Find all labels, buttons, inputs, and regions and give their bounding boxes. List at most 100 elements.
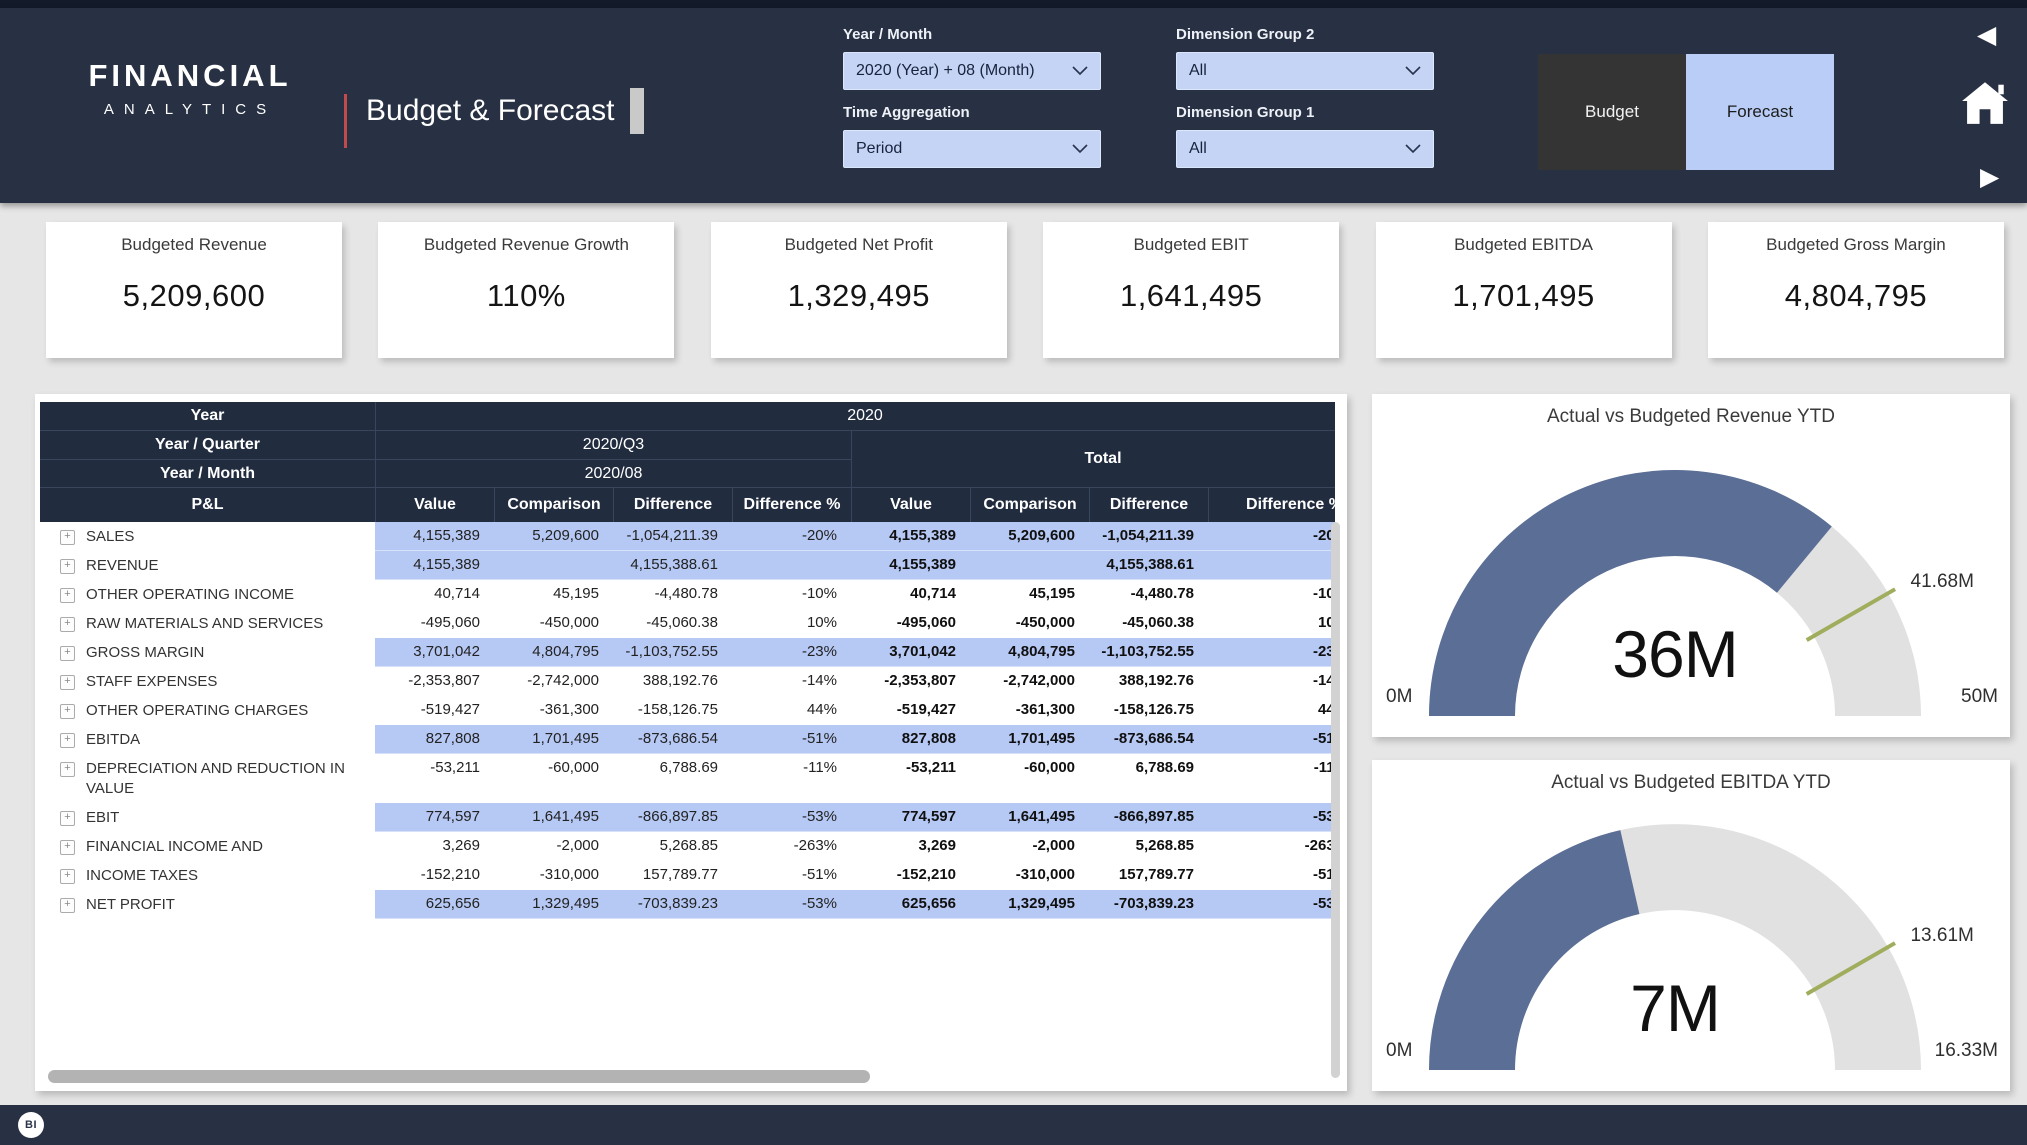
gauge-card-revenue-ytd: Actual vs Budgeted Revenue YTD 36M 0M 50… xyxy=(1372,394,2010,737)
table-cell: -53,211 xyxy=(430,759,480,776)
table-cell: -4,480.78 xyxy=(1130,585,1194,602)
table-cell: -11% xyxy=(803,759,837,776)
table-cell: 4,155,388.61 xyxy=(1089,551,1208,580)
table-cell: -60,000 xyxy=(548,759,599,776)
filter-label: Time Aggregation xyxy=(843,104,970,121)
row-label-cell: + EBIT xyxy=(40,803,375,832)
table-cell: -11% xyxy=(1313,759,1335,776)
header-month-label: Year / Month xyxy=(159,465,256,482)
dropdown-value: All xyxy=(1189,140,1207,157)
expand-icon[interactable]: + xyxy=(60,588,75,603)
text-cursor-block xyxy=(630,88,644,134)
kpi-card-budgeted-ebit: Budgeted EBIT 1,641,495 xyxy=(1043,222,1340,358)
col-header-difference: Difference xyxy=(613,488,732,522)
table-cell xyxy=(1208,551,1335,580)
expand-icon[interactable]: + xyxy=(60,530,75,545)
gauge-max-label: 16.33M xyxy=(1934,1040,1998,1061)
table-cell: 3,269 xyxy=(442,837,480,854)
kpi-row: Budgeted Revenue 5,209,600 Budgeted Reve… xyxy=(46,222,2004,358)
table-cell: -10% xyxy=(1312,585,1335,602)
table-cell: -2,353,807 xyxy=(884,672,956,689)
title-divider xyxy=(344,94,347,148)
header-total-label: Total xyxy=(851,430,1335,487)
col-header-total-value: Value xyxy=(851,488,970,522)
table-cell: 3,701,042 xyxy=(851,638,970,667)
table-cell: -20% xyxy=(732,522,851,551)
horizontal-scrollbar[interactable] xyxy=(48,1070,870,1083)
table-cell: -45,060.38 xyxy=(646,614,718,631)
expand-icon[interactable]: + xyxy=(60,733,75,748)
row-label-cell: + FINANCIAL INCOME AND xyxy=(40,832,375,861)
table-cell: 4,155,389 xyxy=(375,551,494,580)
table-cell: -53% xyxy=(1208,890,1335,919)
expand-icon[interactable]: + xyxy=(60,617,75,632)
chevron-down-icon xyxy=(1405,144,1421,154)
expand-icon[interactable]: + xyxy=(60,646,75,661)
expand-icon[interactable]: + xyxy=(60,840,75,855)
col-header-value: Value xyxy=(375,488,494,522)
budget-forecast-toggle: Budget Forecast xyxy=(1538,54,1834,170)
gauge-min-label: 0M xyxy=(1386,686,1413,707)
page-title: Budget & Forecast xyxy=(366,94,615,127)
expand-icon[interactable]: + xyxy=(60,704,75,719)
table-cell: -10% xyxy=(801,585,837,602)
table-cell: 5,209,600 xyxy=(970,522,1089,551)
table-cell: -310,000 xyxy=(1015,866,1075,883)
table-cell: 5,268.85 xyxy=(1135,837,1194,854)
table-cell: 774,597 xyxy=(375,803,494,832)
expand-icon[interactable]: + xyxy=(60,675,75,690)
filter-label: Dimension Group 1 xyxy=(1176,104,1315,121)
dropdown-value: 2020 (Year) + 08 (Month) xyxy=(856,62,1035,79)
expand-icon[interactable]: + xyxy=(60,762,75,777)
table-cell xyxy=(970,551,1089,580)
kpi-title: Budgeted Gross Margin xyxy=(1766,235,1946,254)
table-cell: -450,000 xyxy=(539,614,599,631)
forecast-button[interactable]: Forecast xyxy=(1686,54,1834,170)
table-cell: 44% xyxy=(806,701,837,718)
kpi-value: 5,209,600 xyxy=(122,278,266,313)
kpi-title: Budgeted EBITDA xyxy=(1454,235,1594,254)
table-cell: -1,054,211.39 xyxy=(613,522,732,551)
dashboard: FINANCIAL ANALYTICS Budget & Forecast Ye… xyxy=(0,0,2027,1145)
expand-icon[interactable]: + xyxy=(60,811,75,826)
forward-arrow-icon[interactable]: ▶ xyxy=(1980,162,1999,192)
row-name: OTHER OPERATING CHARGES xyxy=(86,702,309,719)
table-cell: 827,808 xyxy=(375,725,494,754)
expand-icon[interactable]: + xyxy=(60,559,75,574)
table-cell: 6,788.69 xyxy=(1135,759,1194,776)
table-cell: 1,329,495 xyxy=(494,890,613,919)
expand-icon[interactable]: + xyxy=(60,898,75,913)
table-cell: -873,686.54 xyxy=(613,725,732,754)
dimension-group-2-dropdown[interactable]: All xyxy=(1176,52,1434,90)
back-arrow-icon[interactable]: ◀ xyxy=(1977,20,1996,50)
logo-line1: FINANCIAL xyxy=(88,58,292,93)
table-row: + NET PROFIT 625,656 1,329,495 -703,839.23 -5… xyxy=(40,890,1335,919)
time-aggregation-dropdown[interactable]: Period xyxy=(843,130,1101,168)
gauge-target-label: 13.61M xyxy=(1910,925,1974,947)
table-cell: -703,839.23 xyxy=(1089,890,1208,919)
bi-badge-icon[interactable]: BI xyxy=(18,1112,44,1138)
year-month-dropdown[interactable]: 2020 (Year) + 08 (Month) xyxy=(843,52,1101,90)
table-row: + INCOME TAXES -152,210 -310,000 157,789.77 -… xyxy=(40,861,1335,890)
table-cell: 625,656 xyxy=(375,890,494,919)
dimension-group-1-dropdown[interactable]: All xyxy=(1176,130,1434,168)
budget-button[interactable]: Budget xyxy=(1538,54,1686,170)
table-cell: -20% xyxy=(1208,522,1335,551)
table-row: + OTHER OPERATING INCOME 40,714 45,195 -4,48… xyxy=(40,580,1335,609)
table-cell xyxy=(494,551,613,580)
table-cell: 4,155,389 xyxy=(851,551,970,580)
table-cell: -1,103,752.55 xyxy=(1089,638,1208,667)
row-name: RAW MATERIALS AND SERVICES xyxy=(86,615,324,632)
table-cell: -53% xyxy=(732,803,851,832)
table-cell: -60,000 xyxy=(1024,759,1075,776)
table-cell: -4,480.78 xyxy=(654,585,718,602)
table-cell: 5,268.85 xyxy=(659,837,718,854)
home-icon[interactable] xyxy=(1960,78,2010,131)
kpi-title: Budgeted Net Profit xyxy=(784,235,933,254)
header-bar: FINANCIAL ANALYTICS Budget & Forecast Ye… xyxy=(0,8,2027,203)
filter-dimension-group-2: Dimension Group 2 All xyxy=(1176,26,1434,90)
expand-icon[interactable]: + xyxy=(60,869,75,884)
table-cell: 625,656 xyxy=(851,890,970,919)
vertical-scrollbar[interactable] xyxy=(1331,522,1340,1078)
table-cell: -53% xyxy=(1208,803,1335,832)
